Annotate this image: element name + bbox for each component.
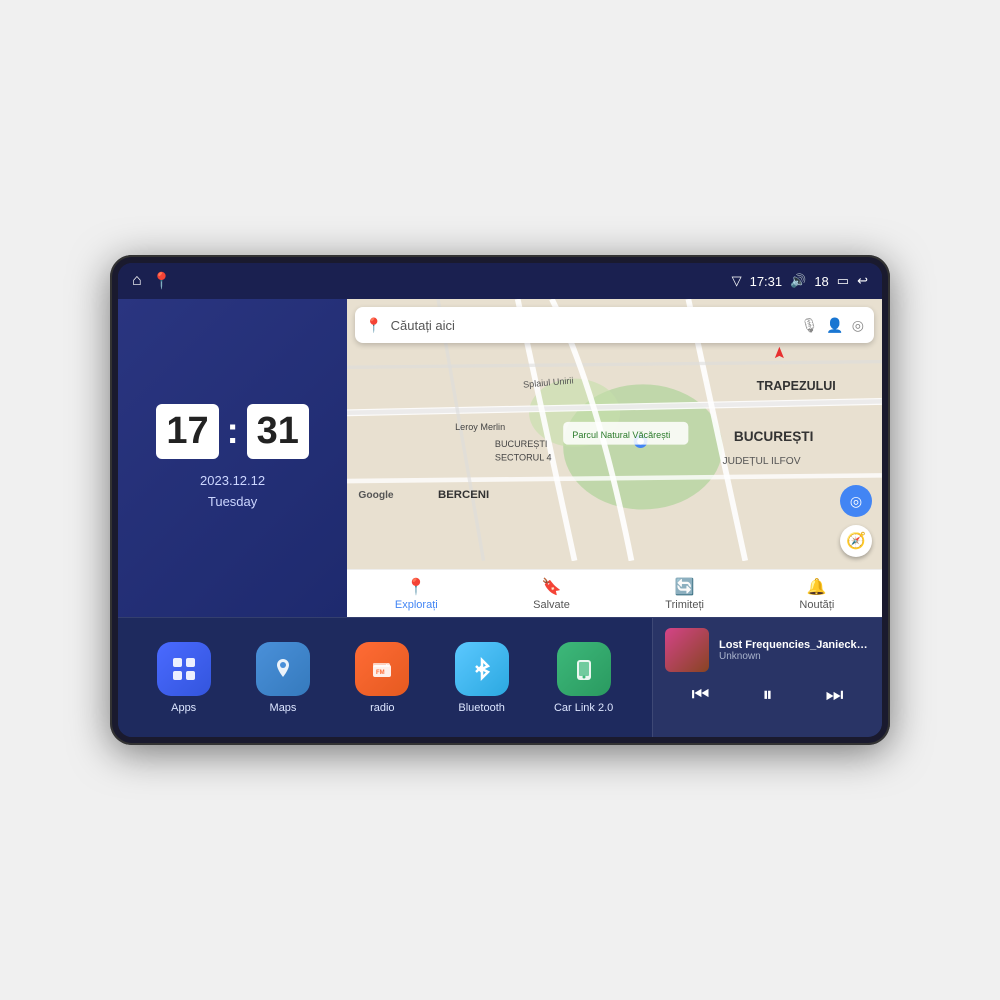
map-tab-trimiteti[interactable]: 🔄 Trimiteți: [665, 577, 704, 611]
map-tab-noutati-label: Noutăți: [799, 599, 834, 611]
radio-label: radio: [370, 702, 394, 714]
layers-icon[interactable]: ◎: [852, 317, 864, 334]
map-compass-button[interactable]: 🧭: [840, 525, 872, 557]
music-artist: Unknown: [719, 651, 870, 662]
music-thumbnail-image: [665, 628, 709, 672]
status-bar-right: ▽ 17:31 🔊 18 ▭ ↩: [732, 273, 868, 289]
account-icon[interactable]: 👤: [826, 317, 843, 334]
map-tab-explorati-label: Explorați: [395, 599, 438, 611]
clock-date: 2023.12.12 Tuesday: [200, 471, 265, 513]
top-section: 17 : 31 2023.12.12 Tuesday 📍 Căutați aic…: [118, 299, 882, 617]
volume-icon: 🔊: [790, 273, 806, 289]
carlink-label: Car Link 2.0: [554, 702, 613, 714]
signal-icon: ▽: [732, 273, 742, 289]
map-search-bar[interactable]: 📍 Căutați aici 🎙 👤 ◎: [355, 307, 874, 343]
map-search-text[interactable]: Căutați aici: [391, 318, 793, 333]
svg-text:Google: Google: [359, 490, 395, 501]
clock-minute: 31: [247, 404, 309, 459]
map-navigate-button[interactable]: ◎: [840, 485, 872, 517]
mic-icon[interactable]: 🎙: [801, 317, 819, 334]
map-tab-salvate[interactable]: 🔖 Salvate: [533, 577, 570, 611]
prev-button[interactable]: ⏮: [684, 680, 718, 711]
app-item-bluetooth[interactable]: Bluetooth: [455, 642, 509, 714]
maps-label: Maps: [270, 702, 297, 714]
svg-text:SECTORUL 4: SECTORUL 4: [495, 453, 552, 463]
device-screen: ⌂ 📍 ▽ 17:31 🔊 18 ▭ ↩ 17 :: [118, 263, 882, 737]
radio-app-icon: FM: [355, 642, 409, 696]
svg-text:JUDEȚUL ILFOV: JUDEȚUL ILFOV: [723, 456, 801, 467]
app-item-maps[interactable]: Maps: [256, 642, 310, 714]
svg-text:BUCUREȘTI: BUCUREȘTI: [495, 439, 548, 449]
map-panel[interactable]: 📍 Căutați aici 🎙 👤 ◎: [347, 299, 882, 617]
map-pin-icon: 📍: [365, 317, 382, 334]
map-bottom-bar: 📍 Explorați 🔖 Salvate 🔄 Trimiteți �: [347, 569, 882, 617]
clock-display: 17 : 31: [156, 404, 309, 459]
bluetooth-label: Bluetooth: [458, 702, 504, 714]
maps-app-icon: [256, 642, 310, 696]
explore-icon: 📍: [406, 577, 426, 597]
app-item-apps[interactable]: Apps: [157, 642, 211, 714]
next-button[interactable]: ⏭: [818, 680, 852, 711]
apps-label: Apps: [171, 702, 196, 714]
svg-text:BUCUREȘTI: BUCUREȘTI: [734, 429, 814, 444]
apps-icon: [157, 642, 211, 696]
main-content: 17 : 31 2023.12.12 Tuesday 📍 Căutați aic…: [118, 299, 882, 737]
svg-text:TRAPEZULUI: TRAPEZULUI: [757, 379, 836, 393]
music-info: Lost Frequencies_Janieck Devy-... Unknow…: [665, 628, 870, 672]
map-search-actions: 🎙 👤 ◎: [801, 317, 864, 334]
music-player: Lost Frequencies_Janieck Devy-... Unknow…: [652, 618, 882, 737]
bluetooth-app-icon: [455, 642, 509, 696]
app-item-radio[interactable]: FM radio: [355, 642, 409, 714]
share-icon: 🔄: [675, 577, 695, 597]
svg-text:Parcul Natural Văcărești: Parcul Natural Văcărești: [572, 430, 670, 440]
svg-text:BERCENI: BERCENI: [438, 489, 489, 501]
music-text: Lost Frequencies_Janieck Devy-... Unknow…: [719, 639, 870, 662]
status-time: 17:31: [750, 274, 783, 289]
battery-icon: ▭: [837, 273, 849, 289]
music-title: Lost Frequencies_Janieck Devy-...: [719, 639, 870, 651]
music-thumbnail: [665, 628, 709, 672]
map-tab-trimiteti-label: Trimiteți: [665, 599, 704, 611]
back-icon[interactable]: ↩: [857, 273, 868, 289]
music-controls: ⏮ ⏸ ⏭: [665, 680, 870, 711]
status-bar-left: ⌂ 📍: [132, 271, 172, 291]
clock-panel: 17 : 31 2023.12.12 Tuesday: [118, 299, 347, 617]
svg-text:FM: FM: [376, 670, 385, 676]
apps-strip: Apps Maps: [118, 618, 652, 737]
svg-text:Leroy Merlin: Leroy Merlin: [455, 422, 505, 432]
clock-colon: :: [227, 410, 239, 452]
home-icon[interactable]: ⌂: [132, 272, 142, 290]
clock-hour: 17: [156, 404, 218, 459]
status-bar: ⌂ 📍 ▽ 17:31 🔊 18 ▭ ↩: [118, 263, 882, 299]
carlink-app-icon: [557, 642, 611, 696]
app-item-carlink[interactable]: Car Link 2.0: [554, 642, 613, 714]
saved-icon: 🔖: [542, 577, 562, 597]
volume-level: 18: [814, 274, 828, 289]
play-pause-button[interactable]: ⏸: [755, 680, 781, 711]
maps-icon[interactable]: 📍: [152, 271, 172, 291]
car-display-device: ⌂ 📍 ▽ 17:31 🔊 18 ▭ ↩ 17 :: [110, 255, 890, 745]
news-icon: 🔔: [807, 577, 827, 597]
map-tab-noutati[interactable]: 🔔 Noutăți: [799, 577, 834, 611]
map-tab-salvate-label: Salvate: [533, 599, 570, 611]
bottom-section: Apps Maps: [118, 617, 882, 737]
map-tab-explorati[interactable]: 📍 Explorați: [395, 577, 438, 611]
